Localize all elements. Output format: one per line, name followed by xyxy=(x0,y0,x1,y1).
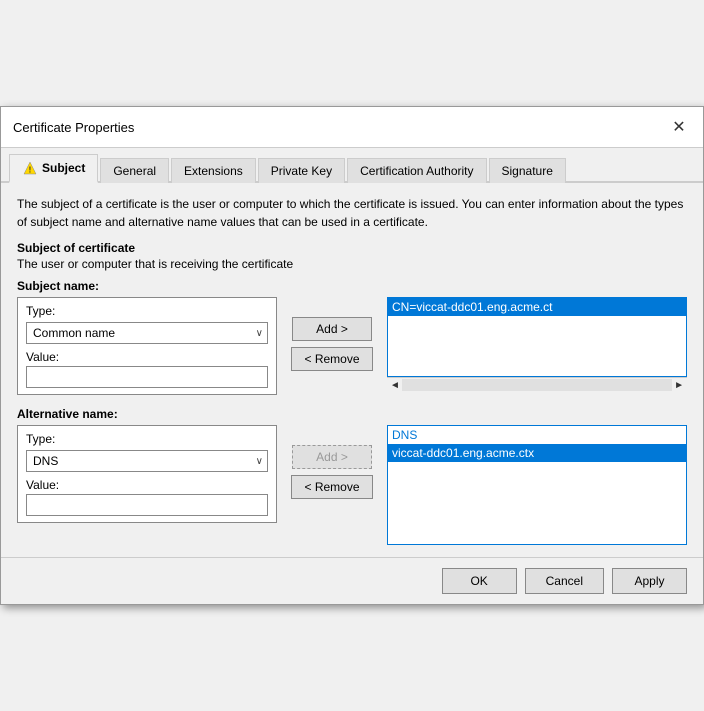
close-button[interactable]: ✕ xyxy=(667,115,691,139)
alt-right-panel: DNS viccat-ddc01.eng.acme.ctx xyxy=(387,425,687,545)
alt-add-button[interactable]: Add > xyxy=(292,445,372,469)
alt-left-panel: Type: DNS Email UPN IP address Directory… xyxy=(17,425,277,527)
tab-general-label: General xyxy=(113,164,156,178)
tab-extensions-label: Extensions xyxy=(184,164,243,178)
alt-name-row: Type: DNS Email UPN IP address Directory… xyxy=(17,425,687,545)
alt-type-group: Type: DNS Email UPN IP address Directory… xyxy=(17,425,277,523)
tab-subject[interactable]: ! Subject xyxy=(9,154,98,183)
add-button[interactable]: Add > xyxy=(292,317,372,341)
subject-right-panel: CN=viccat-ddc01.eng.acme.ct ◄ ► xyxy=(387,297,687,392)
subject-type-group: Type: Common name Organization Organizat… xyxy=(17,297,277,395)
alt-type-dropdown[interactable]: DNS Email UPN IP address Directory xyxy=(27,451,267,471)
subject-scrollbar-row: ◄ ► xyxy=(387,377,687,392)
type-label: Type: xyxy=(26,304,268,318)
type-dropdown-container: Common name Organization Organizational … xyxy=(26,322,268,344)
alt-value-input[interactable] xyxy=(26,494,268,516)
subject-tab-content: The subject of a certificate is the user… xyxy=(1,183,703,557)
subject-name-row: Type: Common name Organization Organizat… xyxy=(17,297,687,399)
alt-type-dropdown-container: DNS Email UPN IP address Directory ∨ xyxy=(26,450,268,472)
type-dropdown[interactable]: Common name Organization Organizational … xyxy=(27,323,267,343)
tab-signature[interactable]: Signature xyxy=(489,158,566,183)
remove-button[interactable]: < Remove xyxy=(291,347,372,371)
subject-left-panel: Type: Common name Organization Organizat… xyxy=(17,297,277,399)
certificate-properties-dialog: Certificate Properties ✕ ! Subject Gener… xyxy=(0,106,704,605)
tab-certification-authority-label: Certification Authority xyxy=(360,164,473,178)
alt-remove-button[interactable]: < Remove xyxy=(291,475,372,499)
scroll-left-arrow[interactable]: ◄ xyxy=(388,380,402,391)
svg-text:!: ! xyxy=(29,166,32,175)
alt-value-box[interactable]: DNS viccat-ddc01.eng.acme.ctx xyxy=(387,425,687,545)
subject-middle-buttons: Add > < Remove xyxy=(287,297,377,371)
dialog-title: Certificate Properties xyxy=(13,120,134,135)
section-title: Subject of certificate xyxy=(17,241,687,255)
alt-type-label: Type: xyxy=(26,432,268,446)
alt-middle-buttons: Add > < Remove xyxy=(287,425,377,499)
alt-value-label: Value: xyxy=(26,478,268,492)
alt-name-label: Alternative name: xyxy=(17,407,687,421)
value-input[interactable] xyxy=(26,366,268,388)
section-subtitle: The user or computer that is receiving t… xyxy=(17,257,687,271)
tab-private-key-label: Private Key xyxy=(271,164,332,178)
bottom-buttons: OK Cancel Apply xyxy=(1,557,703,604)
tab-signature-label: Signature xyxy=(502,164,553,178)
subject-description: The subject of a certificate is the user… xyxy=(17,195,687,231)
tab-certification-authority[interactable]: Certification Authority xyxy=(347,158,486,183)
title-bar: Certificate Properties ✕ xyxy=(1,107,703,148)
scroll-right-arrow[interactable]: ► xyxy=(672,380,686,391)
tab-private-key[interactable]: Private Key xyxy=(258,158,345,183)
ok-button[interactable]: OK xyxy=(442,568,517,594)
value-label: Value: xyxy=(26,350,268,364)
alt-dns-value: viccat-ddc01.eng.acme.ctx xyxy=(388,444,686,462)
alt-dns-label: DNS xyxy=(388,426,686,444)
tab-extensions[interactable]: Extensions xyxy=(171,158,256,183)
tab-general[interactable]: General xyxy=(100,158,169,183)
subject-name-label: Subject name: xyxy=(17,279,687,293)
tab-subject-label: Subject xyxy=(42,161,85,175)
cancel-button[interactable]: Cancel xyxy=(525,568,604,594)
warning-icon: ! xyxy=(22,160,38,176)
subject-value-selected: CN=viccat-ddc01.eng.acme.ct xyxy=(388,298,686,316)
scroll-track[interactable] xyxy=(402,379,672,391)
apply-button[interactable]: Apply xyxy=(612,568,687,594)
subject-value-box[interactable]: CN=viccat-ddc01.eng.acme.ct xyxy=(387,297,687,377)
tab-bar: ! Subject General Extensions Private Key… xyxy=(1,148,703,183)
